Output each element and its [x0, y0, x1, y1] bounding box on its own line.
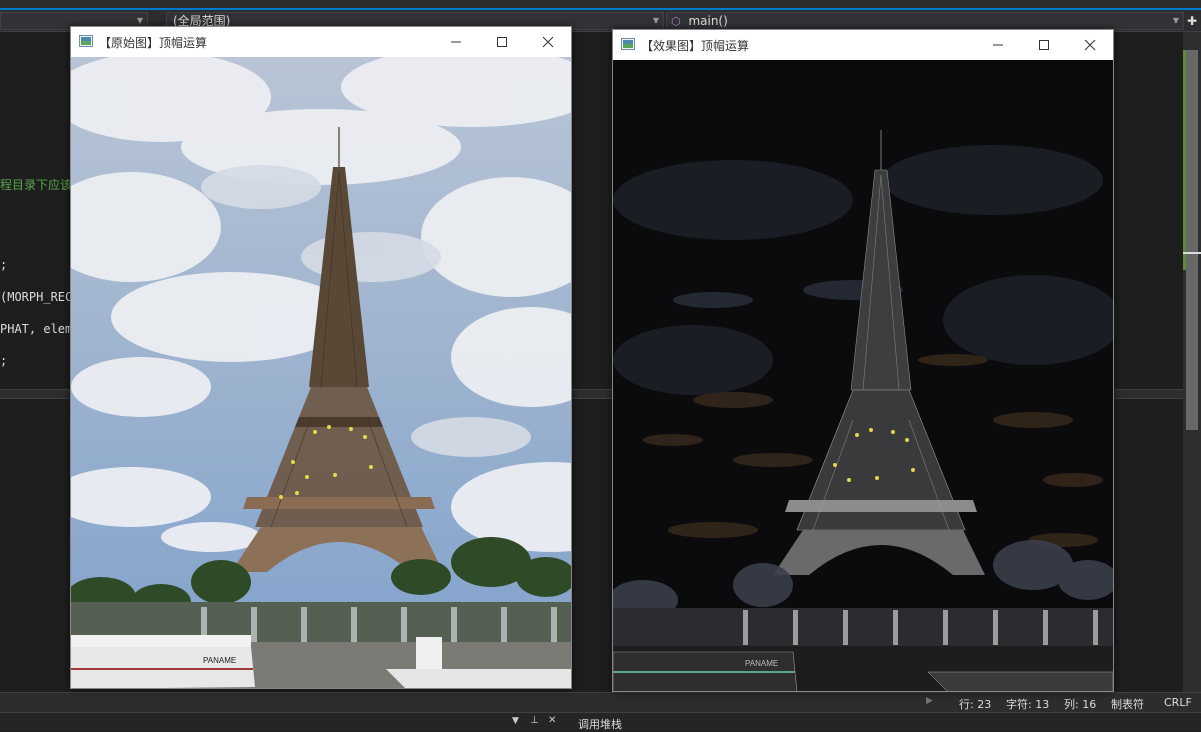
function-icon: ⬡ — [671, 15, 681, 28]
scrollbar-thumb[interactable] — [1186, 50, 1198, 430]
code-line: ; — [0, 354, 8, 368]
original-image: PANAME — [71, 57, 571, 688]
function-dropdown[interactable]: ⬡ main() ▼ — [666, 12, 1184, 30]
pin-icon[interactable]: ⊥ — [530, 715, 539, 726]
app-icon — [621, 38, 635, 50]
split-editor-icon[interactable]: ✚ — [1185, 13, 1199, 29]
panel-dropdown-icon[interactable]: ▼ — [512, 716, 519, 726]
close-button[interactable] — [1067, 30, 1113, 60]
status-line[interactable]: 行: 23 — [959, 696, 991, 712]
code-line: (MORPH_REC — [0, 290, 73, 304]
maximize-icon — [1039, 40, 1049, 50]
close-icon[interactable]: ✕ — [548, 715, 556, 726]
close-button[interactable] — [525, 27, 571, 57]
boat-name-text: PANAME — [745, 659, 778, 668]
maximize-button[interactable] — [479, 27, 525, 57]
close-icon — [1084, 39, 1096, 51]
maximize-button[interactable] — [1021, 30, 1067, 60]
window-title: 【效果图】顶帽运算 — [641, 39, 750, 53]
code-line: PHAT, eleme — [0, 322, 80, 336]
scroll-position-marker — [1183, 252, 1201, 254]
chevron-down-icon: ▼ — [1172, 16, 1179, 25]
minimize-button[interactable] — [433, 27, 479, 57]
minimize-icon — [993, 44, 1003, 46]
minimize-button[interactable] — [975, 30, 1021, 60]
original-image-window[interactable]: 【原始图】顶帽运算 PANAME — [70, 26, 572, 689]
status-eol[interactable]: CRLF — [1164, 696, 1192, 709]
code-line: ; — [0, 258, 8, 272]
window-titlebar[interactable]: 【原始图】顶帽运算 — [71, 27, 571, 57]
status-char[interactable]: 字符: 13 — [1006, 696, 1049, 712]
maximize-icon — [497, 37, 507, 47]
status-bar: ▶ 行: 23 字符: 13 列: 16 制表符 CRLF — [0, 692, 1201, 712]
panel-tab-label[interactable]: 调用堆栈 — [578, 716, 622, 732]
window-title: 【原始图】顶帽运算 — [99, 36, 208, 50]
status-tabs[interactable]: 制表符 — [1111, 696, 1144, 712]
app-icon — [79, 35, 93, 47]
triangle-icon: ▶ — [926, 696, 933, 706]
result-image: PANAME — [613, 60, 1113, 691]
function-label: main() — [688, 14, 728, 28]
title-strip — [0, 0, 1201, 10]
eiffel-tower-photo: PANAME — [71, 57, 571, 688]
result-image-window[interactable]: 【效果图】顶帽运算 PANAME — [612, 29, 1114, 692]
bottom-panel: ▼ ⊥ ✕ 调用堆栈 — [0, 712, 1201, 731]
window-titlebar[interactable]: 【效果图】顶帽运算 — [613, 30, 1113, 60]
code-comment-line: 程目录下应该 — [0, 178, 73, 192]
minimize-icon — [451, 41, 461, 43]
tophat-result-photo: PANAME — [613, 60, 1113, 691]
chevron-down-icon: ▼ — [652, 16, 659, 25]
status-col[interactable]: 列: 16 — [1064, 696, 1096, 712]
boat-name-text: PANAME — [203, 656, 236, 665]
close-icon — [542, 36, 554, 48]
